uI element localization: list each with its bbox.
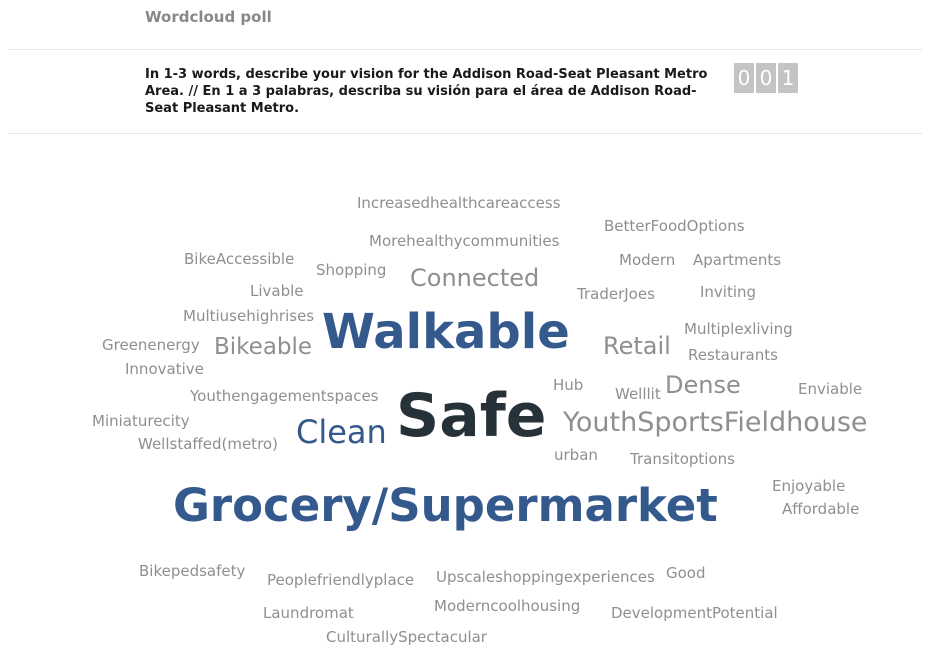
word-traderjoes: TraderJoes [577, 285, 655, 303]
word-dense: Dense [665, 371, 741, 399]
word-increasedhealthcareaccess: Increasedhealthcareaccess [357, 194, 561, 212]
word-connected: Connected [410, 264, 540, 292]
word-inviting: Inviting [700, 283, 757, 301]
word-wellstaffed: Wellstaffed(metro) [138, 435, 278, 453]
word-greenenergy: Greenenergy [102, 336, 200, 354]
word-walkable: Walkable [322, 304, 570, 360]
word-modern: Modern [619, 251, 676, 269]
word-multiusehighrises: Multiusehighrises [183, 307, 315, 325]
word-youthsportsfieldhouse: YouthSportsFieldhouse [563, 407, 868, 438]
word-culturallyspectacular: CulturallySpectacular [326, 628, 487, 646]
word-upscaleshoppingexperiences: Upscaleshoppingexperiences [436, 568, 655, 586]
word-laundromat: Laundromat [263, 604, 354, 622]
word-innovative: Innovative [125, 360, 204, 378]
word-miniaturecity: Miniaturecity [92, 412, 190, 430]
word-enviable: Enviable [798, 380, 863, 398]
word-bikepedsafety: Bikepedsafety [139, 562, 246, 580]
word-cloud: Increasedhealthcareaccess BetterFoodOpti… [0, 0, 930, 650]
word-urban: urban [554, 446, 598, 464]
word-developmentpotential: DevelopmentPotential [611, 604, 778, 622]
word-enjoyable: Enjoyable [772, 477, 846, 495]
word-apartments: Apartments [693, 251, 782, 269]
word-restaurants: Restaurants [688, 346, 778, 364]
word-betterfoodoptions: BetterFoodOptions [604, 217, 745, 235]
word-welllit: Welllit [615, 385, 661, 403]
word-bikeaccessible: BikeAccessible [184, 250, 295, 268]
word-morehealthycommunities: Morehealthycommunities [369, 232, 560, 250]
word-clean: Clean [296, 413, 387, 451]
word-bikeable: Bikeable [214, 334, 313, 360]
word-moderncoolhousing: Moderncoolhousing [434, 597, 581, 615]
word-affordable: Affordable [782, 500, 860, 518]
word-retail: Retail [603, 332, 671, 360]
word-multiplexliving: Multiplexliving [684, 320, 793, 338]
word-youthengagementspaces: Youthengagementspaces [190, 387, 379, 405]
word-safe: Safe [396, 381, 547, 451]
word-grocery-supermarket: Grocery/Supermarket [173, 479, 718, 532]
word-transitoptions: Transitoptions [630, 450, 735, 468]
word-good: Good [666, 564, 706, 582]
word-hub: Hub [553, 376, 584, 394]
word-shopping: Shopping [316, 261, 387, 279]
word-livable: Livable [250, 282, 304, 300]
word-peoplefriendlyplace: Peoplefriendlyplace [267, 571, 415, 589]
